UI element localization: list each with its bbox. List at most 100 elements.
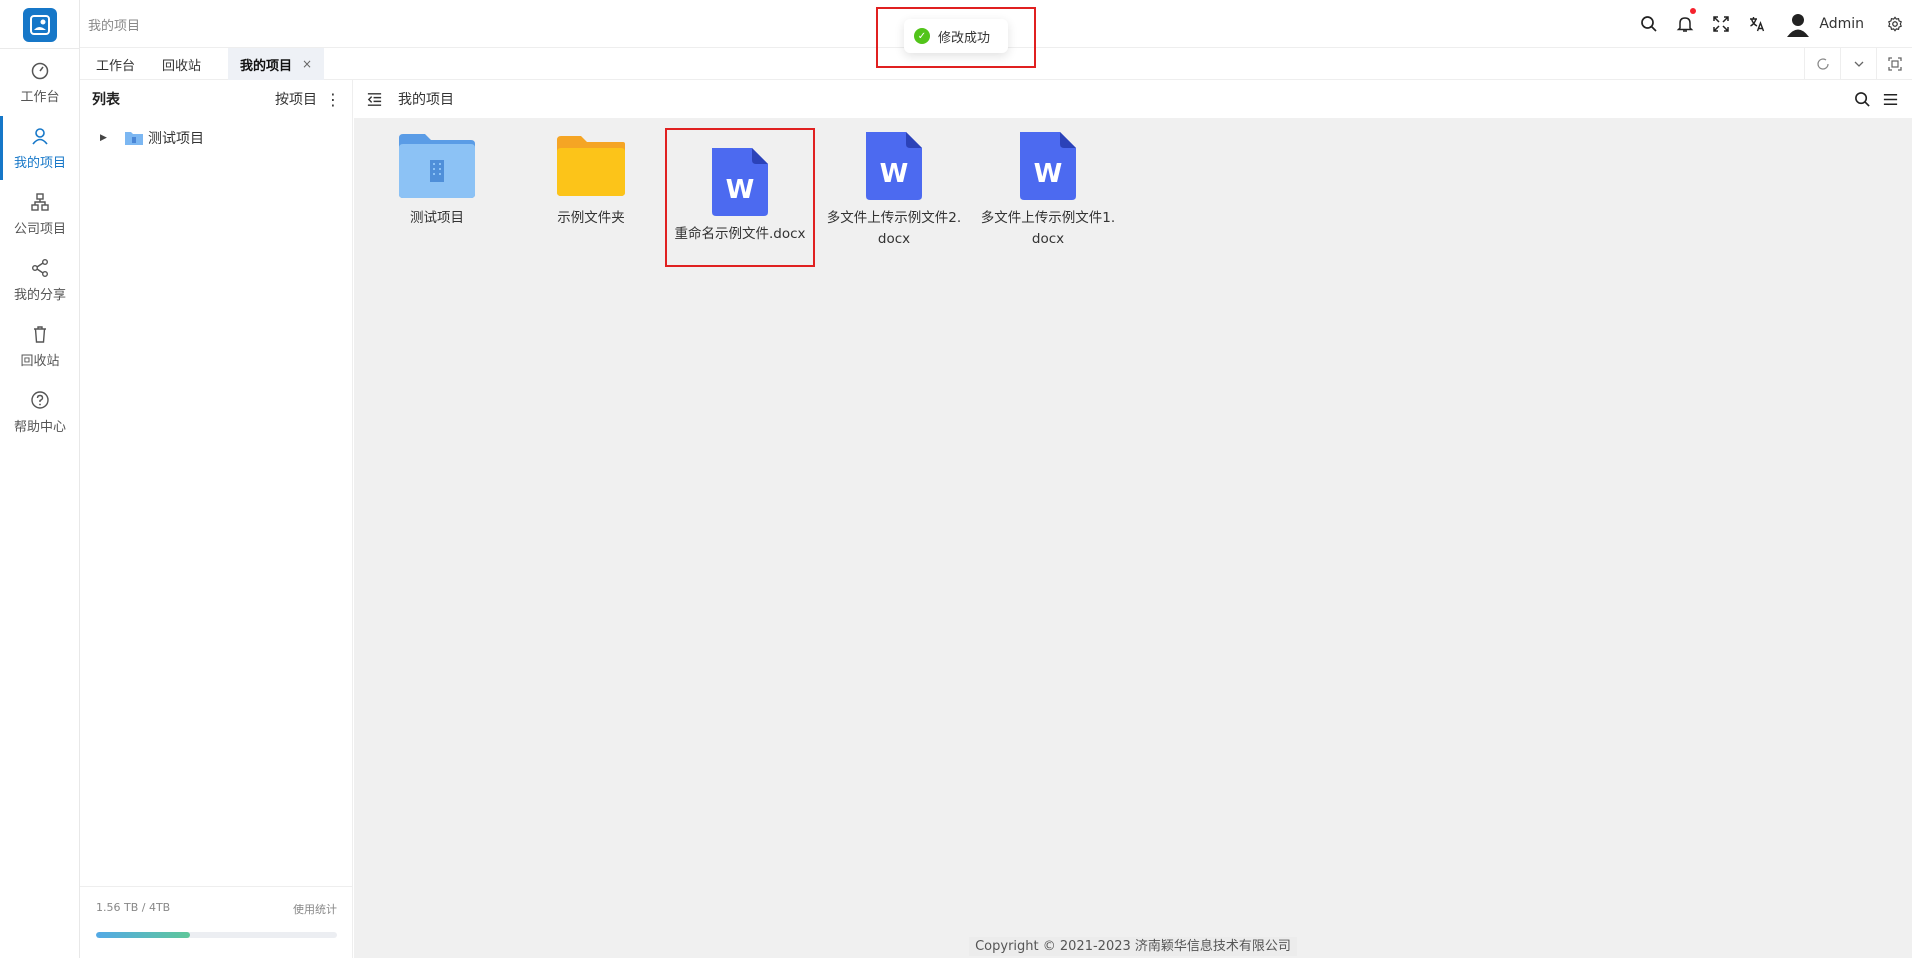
toast-highlight: ✓ 修改成功	[876, 7, 1036, 68]
tab-close-icon[interactable]: ×	[302, 57, 312, 71]
avatar[interactable]	[1785, 11, 1811, 37]
maximize-icon	[1887, 57, 1902, 71]
sidebar-item-recycle-bin[interactable]: 回收站	[0, 314, 80, 378]
tree-panel-header: 列表 按项目 ⋮	[80, 80, 353, 118]
left-rail: 工作台 我的项目 公司项目 我的分享 回收站 帮助中心	[0, 0, 80, 958]
folder-icon	[557, 136, 625, 196]
storage-usage-text: 1.56 TB / 4TB	[96, 901, 171, 914]
app-root: 工作台 我的项目 公司项目 我的分享 回收站 帮助中心 我的项目 Admin 工…	[0, 0, 1912, 958]
sidebar-item-label: 我的项目	[13, 155, 66, 171]
tab-my-projects[interactable]: 我的项目 ×	[228, 48, 325, 80]
copyright-text: Copyright © 2021-2023 济南颖华信息技术有限公司	[969, 937, 1297, 956]
trash-icon	[34, 325, 46, 343]
file-name: 多文件上传示例文件1.docx	[980, 210, 1116, 247]
caret-right-icon[interactable]: ▶	[100, 133, 116, 143]
word-doc-icon: W	[1020, 132, 1076, 200]
file-name: 示例文件夹	[557, 210, 625, 226]
main-content: 我的项目 测试项目 示例文件夹 W 重命名示例文件.docx W 多文件上传示例…	[354, 80, 1912, 958]
file-item-project[interactable]: 测试项目	[364, 130, 510, 229]
more-vertical-icon[interactable]: ⋮	[325, 90, 341, 109]
fullscreen-icon	[1713, 16, 1730, 32]
storage-usage-fill	[96, 932, 190, 938]
word-doc-icon: W	[712, 148, 768, 216]
sidebar-item-company-projects[interactable]: 公司项目	[0, 182, 80, 246]
check-circle-icon: ✓	[914, 28, 930, 44]
org-icon	[31, 192, 49, 211]
menu-icon	[1883, 93, 1897, 105]
rail-divider	[0, 48, 80, 49]
tree-node[interactable]: ▶ 测试项目	[100, 128, 204, 148]
help-icon	[31, 390, 49, 409]
tree-panel: 列表 按项目 ⋮ ▶ 测试项目 1.56 TB / 4TB 使用统计	[80, 80, 353, 958]
tree-node-label: 测试项目	[148, 131, 204, 147]
svg-text:W: W	[880, 159, 909, 189]
bell-icon	[1677, 17, 1694, 32]
current-path: 我的项目	[398, 92, 454, 108]
dashboard-icon	[31, 62, 49, 79]
settings-button[interactable]	[1878, 0, 1912, 48]
file-item-folder[interactable]: 示例文件夹	[518, 130, 664, 229]
word-doc-icon: W	[866, 132, 922, 200]
sort-by-project[interactable]: 按项目	[275, 89, 317, 109]
tree-title: 列表	[92, 92, 120, 108]
notifications-button[interactable]	[1667, 0, 1703, 48]
tab-label: 工作台	[96, 58, 136, 74]
sidebar-item-label: 回收站	[20, 353, 60, 369]
success-toast: ✓ 修改成功	[904, 19, 1008, 53]
search-files-button[interactable]	[1848, 80, 1876, 118]
indent-icon	[367, 92, 381, 106]
maximize-content-button[interactable]	[1876, 48, 1912, 80]
file-name: 重命名示例文件.docx	[674, 226, 806, 242]
avatar-icon	[1787, 14, 1810, 37]
notification-dot	[1690, 8, 1697, 14]
tab-label: 我的项目	[240, 58, 293, 74]
search-icon	[1641, 16, 1657, 32]
tab-menu-button[interactable]	[1840, 48, 1876, 80]
file-name: 多文件上传示例文件2.docx	[826, 210, 962, 247]
content-toolbar: 我的项目	[354, 80, 1912, 118]
file-name: 测试项目	[410, 210, 464, 226]
list-view-button[interactable]	[1876, 80, 1904, 118]
toast-message: 修改成功	[938, 30, 991, 46]
file-item-selected[interactable]: W 重命名示例文件.docx	[665, 128, 815, 267]
svg-text:W: W	[1034, 159, 1063, 189]
file-item-word[interactable]: W 多文件上传示例文件1.docx	[975, 130, 1121, 250]
tab-recycle-bin[interactable]: 回收站	[150, 48, 213, 80]
language-button[interactable]	[1739, 0, 1775, 48]
share-icon	[32, 258, 48, 277]
project-folder-icon	[399, 134, 475, 198]
header-actions: Admin	[1631, 0, 1912, 48]
gear-icon	[1888, 16, 1902, 32]
svg-text:W: W	[726, 175, 755, 205]
breadcrumb: 我的项目	[88, 19, 141, 34]
search-icon	[1854, 91, 1870, 107]
search-button[interactable]	[1631, 0, 1667, 48]
refresh-tab-button[interactable]	[1804, 48, 1840, 80]
sidebar-item-label: 工作台	[20, 89, 60, 105]
tree-sort-control: 按项目 ⋮	[275, 89, 341, 109]
logo-icon	[30, 15, 50, 35]
sidebar-item-label: 公司项目	[13, 221, 66, 237]
chevron-down-icon	[1854, 61, 1863, 67]
sidebar-item-help-center[interactable]: 帮助中心	[0, 380, 80, 444]
translate-icon	[1750, 17, 1765, 32]
storage-usage-bar	[96, 932, 337, 938]
user-name[interactable]: Admin	[1819, 16, 1864, 32]
sidebar-item-my-shares[interactable]: 我的分享	[0, 248, 80, 312]
refresh-icon	[1816, 58, 1829, 70]
footer: Copyright © 2021-2023 济南颖华信息技术有限公司	[354, 935, 1912, 956]
project-folder-icon	[125, 132, 143, 145]
user-icon	[32, 127, 48, 145]
tab-label: 回收站	[162, 58, 202, 74]
collapse-panel-button[interactable]	[354, 80, 394, 118]
sidebar-item-my-projects[interactable]: 我的项目	[0, 116, 80, 180]
sidebar-item-dashboard[interactable]: 工作台	[0, 50, 80, 114]
app-logo[interactable]	[23, 8, 57, 42]
tab-dashboard[interactable]: 工作台	[84, 48, 147, 80]
usage-stats-link[interactable]: 使用统计	[293, 901, 337, 917]
content-toolbar-actions	[1848, 80, 1904, 118]
file-item-word[interactable]: W 多文件上传示例文件2.docx	[821, 130, 967, 250]
fullscreen-button[interactable]	[1703, 0, 1739, 48]
sidebar-item-label: 我的分享	[13, 287, 66, 303]
sidebar-item-label: 帮助中心	[13, 419, 66, 435]
